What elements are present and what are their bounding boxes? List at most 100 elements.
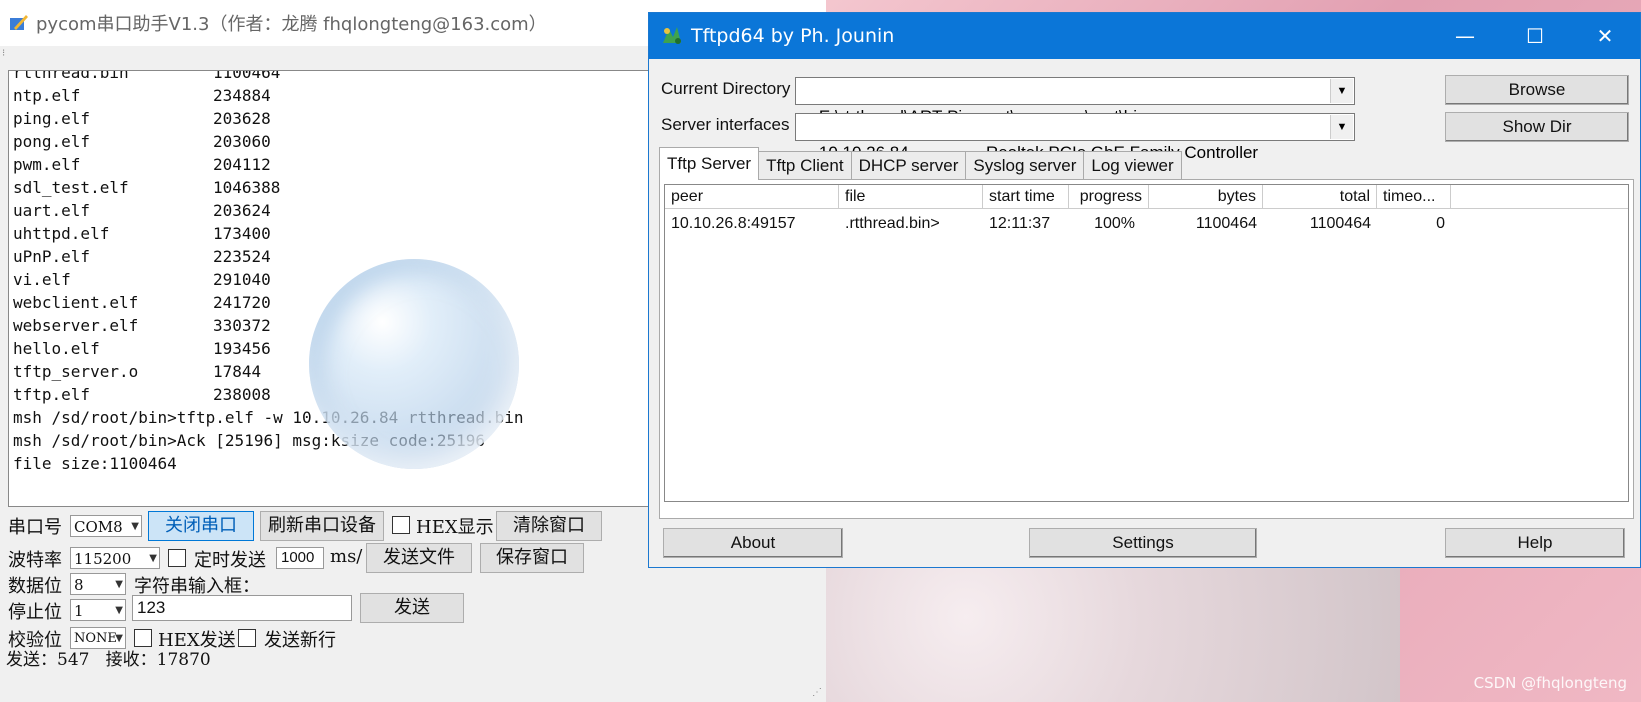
- file-size: 241720: [213, 293, 271, 312]
- col-peer[interactable]: peer: [665, 185, 839, 209]
- sent-label: 发送：: [6, 650, 57, 670]
- send-string-input[interactable]: 123: [132, 595, 352, 621]
- tab-dhcp-server[interactable]: DHCP server: [850, 151, 967, 180]
- col-bytes[interactable]: bytes: [1149, 185, 1263, 209]
- file-name: pong.elf: [13, 132, 91, 151]
- col-start-time[interactable]: start time: [983, 185, 1069, 209]
- file-name: rtthread.bin: [13, 70, 129, 82]
- stopbits-label: 停止位: [8, 602, 62, 623]
- status-bar: 发送：547 接收：17870: [6, 645, 211, 670]
- terminal-file-row: ntp.elf 234884: [13, 84, 524, 107]
- desktop-wallpaper-lace: [780, 560, 1400, 702]
- terminal-file-row: uart.elf 203624: [13, 199, 524, 222]
- tab-syslog-server[interactable]: Syslog server: [965, 151, 1085, 180]
- file-size: 203628: [213, 109, 271, 128]
- show-dir-button[interactable]: Show Dir: [1445, 112, 1629, 142]
- file-size: 330372: [213, 316, 271, 335]
- file-name: tftp_server.o: [13, 362, 139, 381]
- hex-display-checkbox[interactable]: [392, 516, 410, 534]
- cell-peer: 10.10.26.8:49157: [671, 215, 796, 232]
- file-size: 291040: [213, 270, 271, 289]
- pycom-title: pycom串口助手V1.3（作者：龙腾 fhqlongteng@163.com）: [36, 14, 547, 35]
- current-dir-label: Current Directory: [661, 79, 791, 98]
- col-file[interactable]: file: [839, 185, 983, 209]
- sent-count: 547: [57, 650, 90, 670]
- cell-total: 1100464: [1309, 215, 1371, 232]
- minimize-icon[interactable]: —: [1430, 13, 1500, 59]
- file-size: 203624: [213, 201, 271, 220]
- cell-progress: 100%: [1094, 215, 1135, 232]
- tftp-server-panel: peer file start time progress bytes tota…: [659, 179, 1634, 519]
- dropdown-arrow-icon: ▼: [149, 553, 157, 564]
- receive-terminal[interactable]: rtthread.bin 1100464 ntp.elf 234884 ping.elf…: [8, 70, 650, 507]
- databits-label: 数据位: [8, 576, 62, 597]
- close-port-button[interactable]: 关闭串口: [148, 511, 254, 541]
- file-size: 1100464: [213, 70, 281, 82]
- databits-select[interactable]: 8 ▼: [70, 573, 126, 595]
- transfer-list[interactable]: peer file start time progress bytes tota…: [664, 184, 1629, 502]
- stopbits-select[interactable]: 1 ▼: [70, 599, 126, 621]
- file-name: ping.elf: [13, 109, 91, 128]
- toolbar-grip: ⁝: [2, 48, 6, 59]
- baud-label: 波特率: [8, 550, 62, 571]
- port-select[interactable]: COM8 ▼: [70, 515, 142, 537]
- dropdown-arrow-icon[interactable]: ▼: [1330, 79, 1353, 103]
- col-progress[interactable]: progress: [1069, 185, 1149, 209]
- tab-bar: Tftp Server Tftp Client DHCP server Sysl…: [659, 147, 1182, 180]
- recv-count: 17870: [156, 650, 211, 670]
- tab-tftp-client[interactable]: Tftp Client: [758, 151, 852, 180]
- recv-label: 接收：: [105, 650, 157, 670]
- port-label: 串口号: [8, 517, 62, 538]
- dropdown-arrow-icon: ▼: [115, 579, 123, 590]
- terminal-file-row: rtthread.bin 1100464: [13, 70, 524, 84]
- bubble-overlay-icon: [309, 259, 519, 469]
- file-name: vi.elf: [13, 270, 71, 289]
- clear-window-button[interactable]: 清除窗口: [496, 511, 602, 541]
- refresh-ports-button[interactable]: 刷新串口设备: [260, 511, 384, 541]
- send-newline-checkbox[interactable]: [238, 629, 256, 647]
- col-timeout[interactable]: timeo...: [1377, 185, 1451, 209]
- file-name: sdl_test.elf: [13, 178, 129, 197]
- hex-display-label: HEX显示: [416, 517, 494, 538]
- file-size: 203060: [213, 132, 271, 151]
- file-name: uhttpd.elf: [13, 224, 110, 243]
- maximize-icon[interactable]: ☐: [1500, 13, 1570, 59]
- pycom-app-icon: [10, 15, 28, 30]
- timed-send-label: 定时发送: [194, 550, 266, 571]
- resize-grip-icon[interactable]: ⋰: [812, 687, 822, 698]
- save-window-button[interactable]: 保存窗口: [480, 543, 584, 573]
- browse-button[interactable]: Browse: [1445, 75, 1629, 105]
- help-button[interactable]: Help: [1445, 528, 1625, 558]
- server-if-label: Server interfaces: [661, 115, 790, 134]
- settings-button[interactable]: Settings: [1029, 528, 1257, 558]
- server-if-select[interactable]: 10.10.26.84Realtek PCIe GbE Family Contr…: [795, 113, 1355, 162]
- about-button[interactable]: About: [663, 528, 843, 558]
- file-size: 238008: [213, 385, 271, 404]
- col-filler: [1451, 185, 1628, 209]
- tftpd-title: Tftpd64 by Ph. Jounin: [691, 25, 895, 47]
- interval-input[interactable]: 1000: [276, 547, 324, 569]
- terminal-file-row: pong.elf 203060: [13, 130, 524, 153]
- timed-send-checkbox[interactable]: [168, 549, 186, 567]
- dropdown-arrow-icon[interactable]: ▼: [1330, 115, 1353, 139]
- col-total[interactable]: total: [1263, 185, 1377, 209]
- tftpd-app-icon: [663, 27, 681, 44]
- file-size: 17844: [213, 362, 262, 381]
- send-file-button[interactable]: 发送文件: [366, 543, 472, 573]
- current-dir-select[interactable]: E:\rt-thread\ART-Pi-smart\userapps\root\…: [795, 77, 1355, 126]
- file-size: 204112: [213, 155, 271, 174]
- terminal-file-row: sdl_test.elf 1046388: [13, 176, 524, 199]
- tab-log-viewer[interactable]: Log viewer: [1083, 151, 1182, 180]
- close-icon[interactable]: ✕: [1570, 13, 1640, 59]
- file-size: 1046388: [213, 178, 281, 197]
- baud-select[interactable]: 115200 ▼: [70, 547, 160, 569]
- send-button[interactable]: 发送: [360, 593, 464, 623]
- file-name: uPnP.elf: [13, 247, 91, 266]
- dropdown-arrow-icon: ▼: [115, 605, 123, 616]
- tftpd-titlebar[interactable]: Tftpd64 by Ph. Jounin — ☐ ✕: [649, 13, 1640, 59]
- csdn-watermark: CSDN @fhqlongteng: [1473, 674, 1627, 692]
- terminal-file-row: pwm.elf 204112: [13, 153, 524, 176]
- tab-tftp-server[interactable]: Tftp Server: [659, 147, 760, 180]
- file-size: 173400: [213, 224, 271, 243]
- file-name: webserver.elf: [13, 316, 139, 335]
